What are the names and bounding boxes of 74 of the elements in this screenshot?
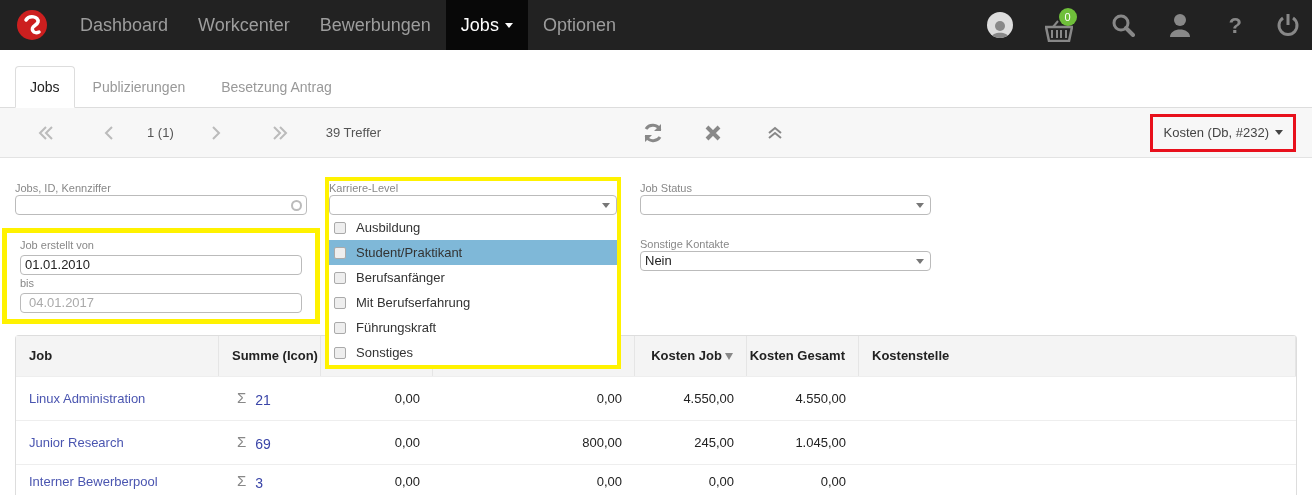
checkbox[interactable]: [334, 271, 346, 284]
table-cell-text: 0,00: [820, 472, 846, 491]
count-link[interactable]: 21: [255, 389, 271, 411]
dropdown-option[interactable]: Berufsanfänger: [329, 265, 617, 290]
sigma-icon: Σ: [237, 387, 247, 410]
nav-item[interactable]: Optionen: [527, 0, 631, 50]
nav-item[interactable]: Jobs: [445, 0, 528, 50]
count-link[interactable]: 3: [255, 472, 264, 494]
dropdown-option[interactable]: Student/Praktikant: [329, 240, 617, 265]
close-icon[interactable]: [704, 123, 723, 142]
job-link[interactable]: Linux Administration: [29, 388, 146, 409]
job-link[interactable]: Junior Research: [29, 432, 124, 453]
checkbox[interactable]: [334, 221, 346, 234]
table-cell-text: 1.045,00: [795, 433, 846, 452]
caret-icon: [916, 202, 924, 208]
avatar[interactable]: [986, 12, 1013, 38]
spinner-icon: [291, 199, 302, 211]
table-cell-text: 0,00: [394, 433, 420, 452]
checkbox[interactable]: [334, 346, 346, 359]
cart-count-badge: 0: [1058, 8, 1077, 26]
table-cell-text: 0,00: [596, 389, 622, 408]
date-from-field[interactable]: 01.01.2010: [20, 254, 302, 275]
nav-item[interactable]: Dashboard: [65, 0, 184, 50]
count-link[interactable]: 69: [255, 433, 271, 455]
table-cell-text: 0,00: [394, 472, 420, 491]
field-label: Job Status: [640, 181, 693, 195]
power-icon[interactable]: [1276, 13, 1300, 37]
first-page-icon[interactable]: [37, 124, 55, 141]
date-to-field[interactable]: 04.01.2017: [20, 292, 302, 313]
field-label: Karriere-Level: [329, 181, 400, 195]
field-label: Jobs, ID, Kennziffer: [15, 181, 112, 195]
caret-icon: [602, 202, 610, 208]
dropdown-option[interactable]: Führungskraft: [329, 315, 617, 340]
collapse-icon[interactable]: [767, 125, 784, 140]
column-header[interactable]: Kosten Gesamt: [747, 336, 859, 376]
column-header[interactable]: Kosten Job: [635, 336, 747, 376]
sigma-icon: Σ: [237, 431, 247, 454]
page-indicator: 1 (1): [147, 123, 174, 142]
hit-count: 39 Treffer: [325, 123, 382, 142]
nav-item[interactable]: Bewerbungen: [304, 0, 446, 50]
column-header[interactable]: Kostenstelle: [859, 336, 1296, 376]
tab[interactable]: Jobs: [15, 66, 75, 108]
select-field[interactable]: [640, 195, 931, 215]
field-label: bis: [20, 276, 36, 290]
checkbox[interactable]: [334, 246, 346, 259]
dropdown-option[interactable]: Mit Berufserfahrung: [329, 290, 617, 315]
dropdown-option[interactable]: Ausbildung: [329, 215, 617, 240]
column-header[interactable]: Summe (Icon): [219, 336, 321, 376]
caret-icon: [1275, 130, 1283, 135]
view-selector[interactable]: Kosten (Db, #232): [1150, 113, 1296, 152]
table-cell-text: 245,00: [694, 433, 734, 452]
user-icon[interactable]: [1168, 13, 1191, 37]
help-button[interactable]: ?: [1228, 8, 1242, 42]
table-cell-text: 4.550,00: [683, 389, 734, 408]
dropdown-option[interactable]: Sonstiges: [329, 340, 617, 365]
table-cell-text: 4.550,00: [795, 389, 846, 408]
field-label: Sonstige Kontakte: [640, 237, 731, 251]
sigma-icon: Σ: [237, 470, 247, 493]
table-cell-text: 0,00: [596, 472, 622, 491]
checkbox[interactable]: [334, 296, 346, 309]
search-icon[interactable]: [1110, 13, 1135, 37]
table-cell-text: 0,00: [394, 389, 420, 408]
logo-icon[interactable]: [17, 10, 47, 40]
nav-item[interactable]: Workcenter: [183, 0, 305, 50]
table-cell-text: 800,00: [582, 433, 622, 452]
column-header[interactable]: Job: [16, 336, 219, 376]
last-page-icon[interactable]: [270, 124, 289, 141]
job-link[interactable]: Interner Bewerberpool: [29, 471, 158, 492]
table-cell-text: 0,00: [708, 472, 734, 491]
select-field[interactable]: Nein: [640, 251, 931, 271]
caret-icon: [916, 258, 924, 264]
search-field[interactable]: [15, 195, 307, 215]
checkbox[interactable]: [334, 321, 346, 334]
field-label: Job erstellt von: [20, 238, 95, 252]
